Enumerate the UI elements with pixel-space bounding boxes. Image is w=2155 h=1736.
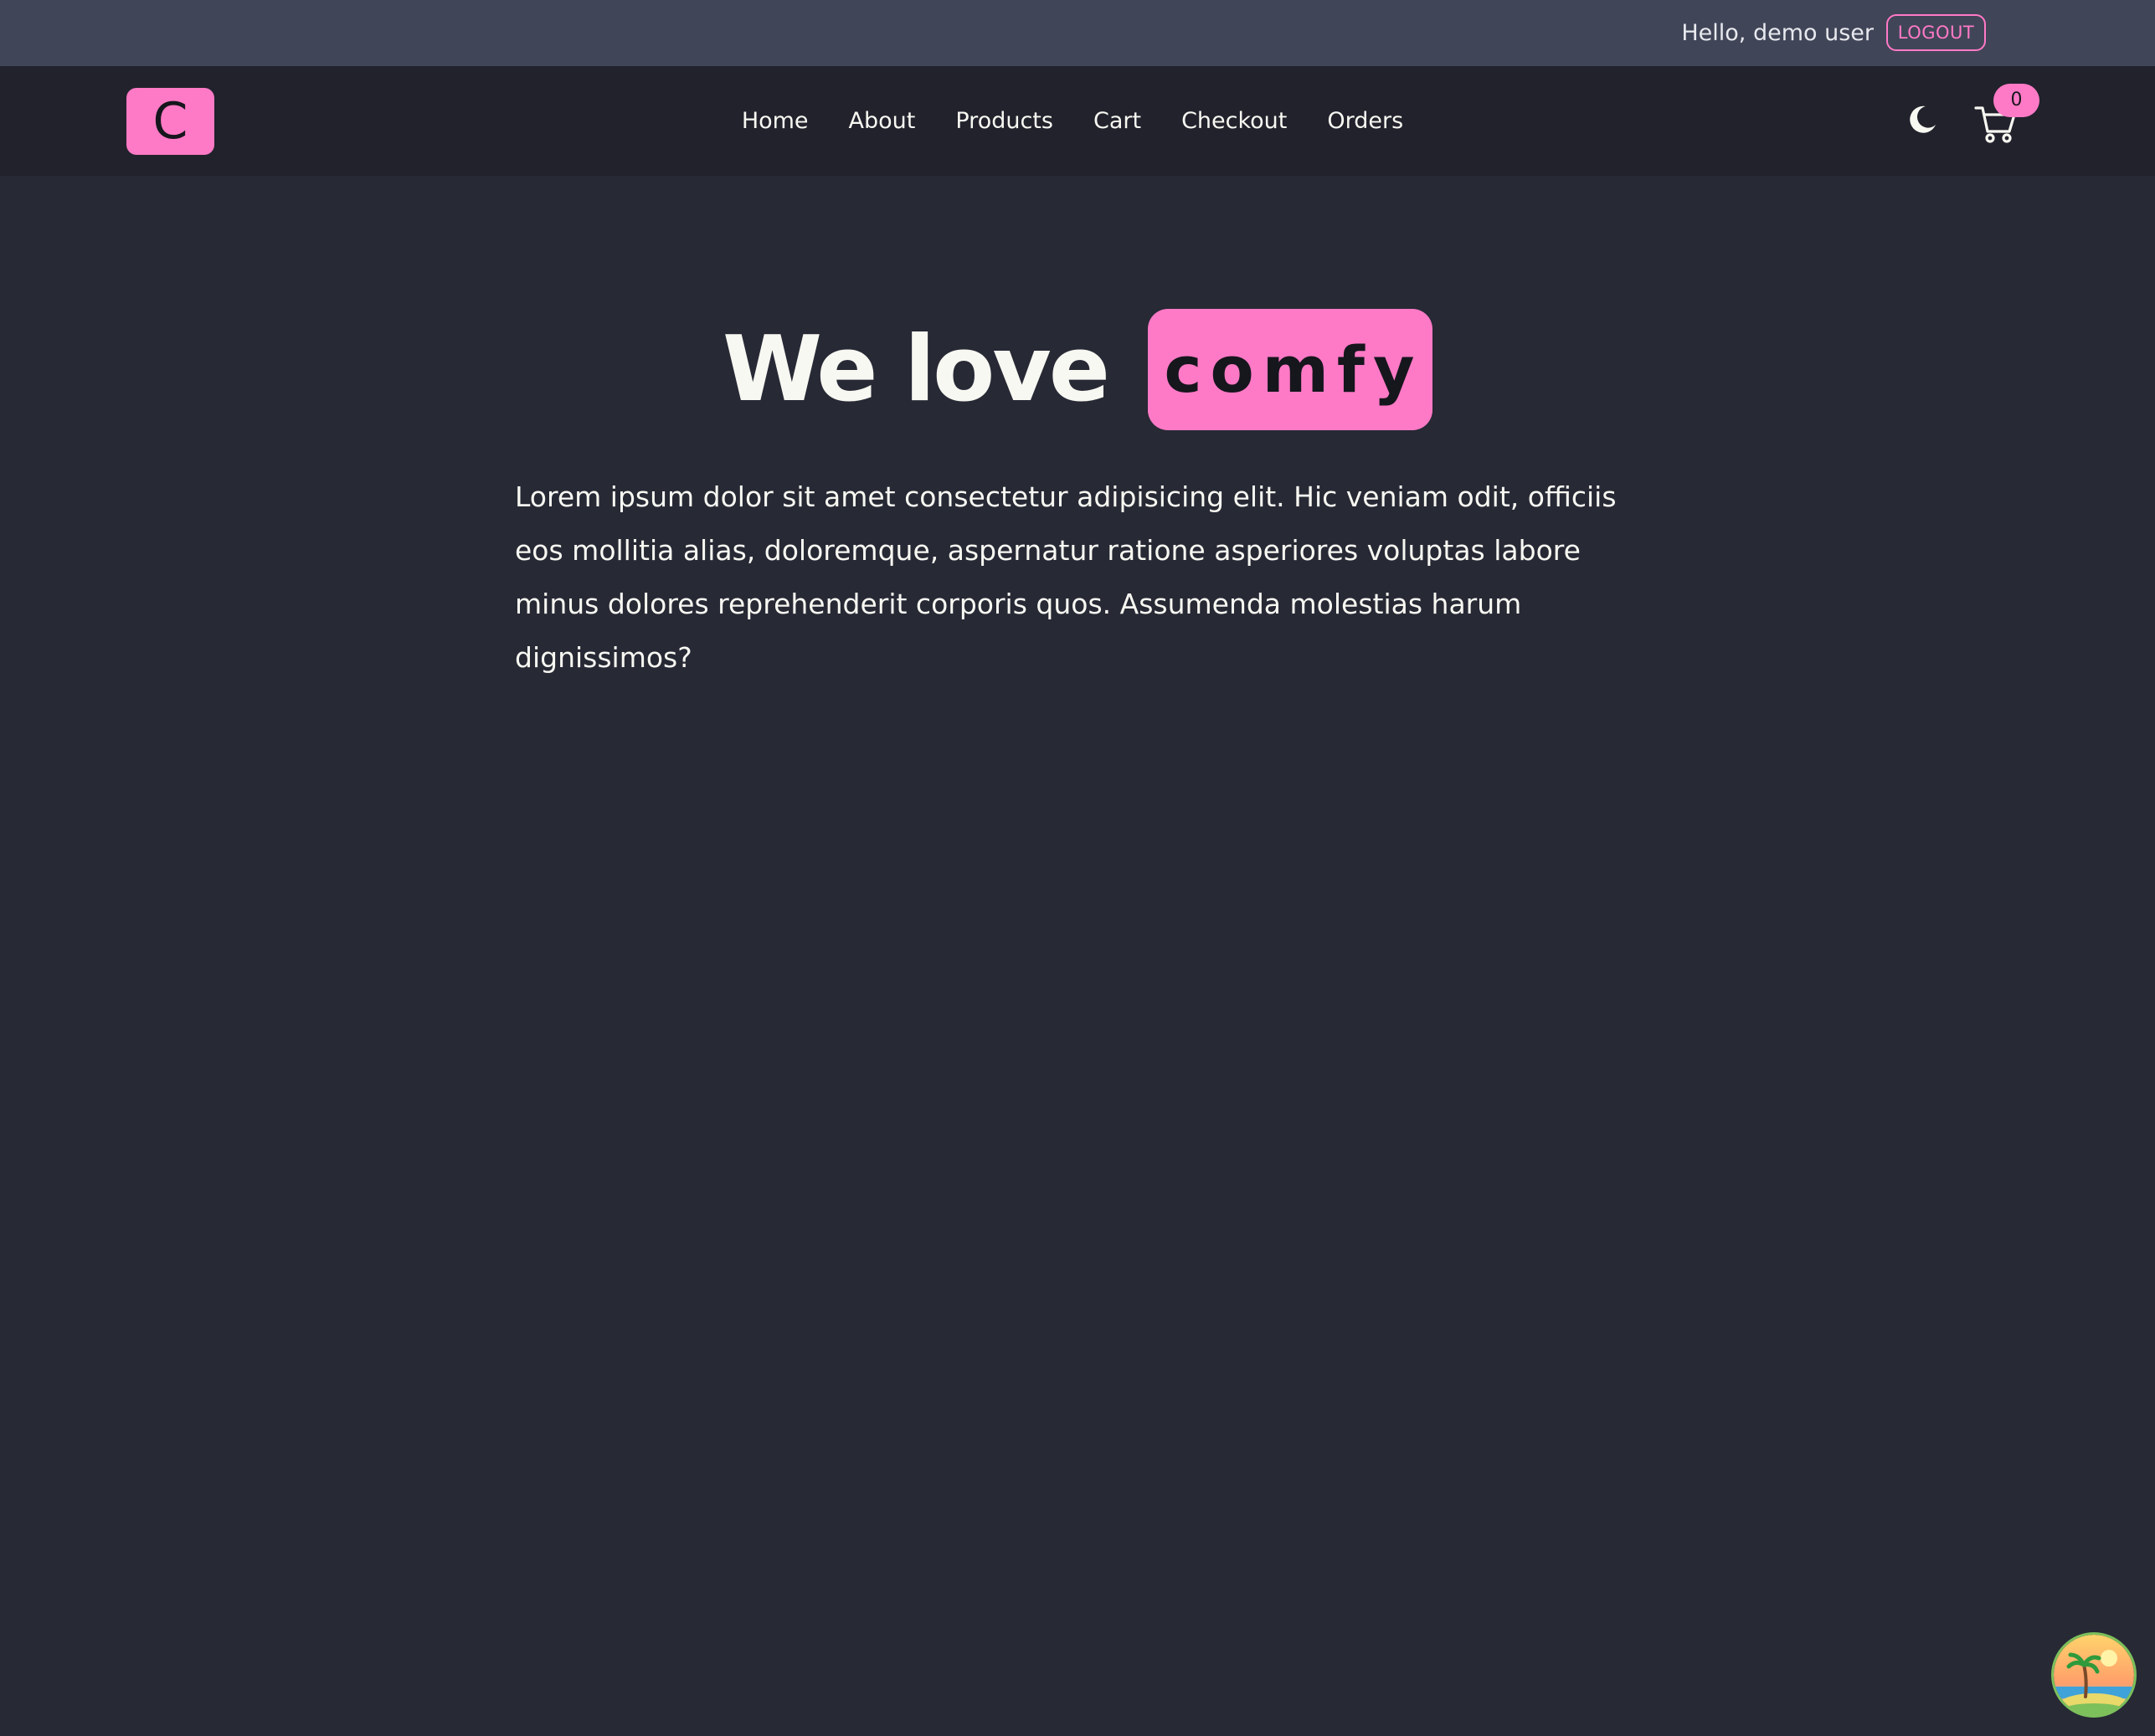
- main-navbar: C Home About Products Cart Checkout Orde…: [0, 66, 2155, 176]
- hero-badge: comfy: [1148, 309, 1432, 430]
- nav-link-about[interactable]: About: [849, 103, 916, 140]
- cart-count-badge: 0: [1993, 84, 2039, 117]
- hero-heading: We love comfy: [0, 309, 2155, 430]
- nav-link-checkout[interactable]: Checkout: [1181, 103, 1287, 140]
- nav-link-orders[interactable]: Orders: [1327, 103, 1403, 140]
- floating-widget-button[interactable]: [2054, 1635, 2134, 1715]
- beach-island-icon: [2054, 1635, 2134, 1715]
- nav-link-products[interactable]: Products: [955, 103, 1053, 140]
- hero-paragraph: Lorem ipsum dolor sit amet consectetur a…: [515, 480, 1617, 674]
- logout-button[interactable]: LOGOUT: [1886, 14, 1986, 51]
- user-bar: Hello, demo user LOGOUT: [0, 0, 2155, 66]
- nav-links: Home About Products Cart Checkout Orders: [0, 103, 2155, 140]
- user-greeting: Hello, demo user: [1681, 20, 1874, 46]
- moon-icon: [1910, 105, 1936, 133]
- nav-link-home[interactable]: Home: [742, 103, 809, 140]
- hero-title: We love: [723, 316, 1110, 422]
- theme-toggle-button[interactable]: [1906, 103, 1939, 136]
- nav-link-cart[interactable]: Cart: [1093, 103, 1141, 140]
